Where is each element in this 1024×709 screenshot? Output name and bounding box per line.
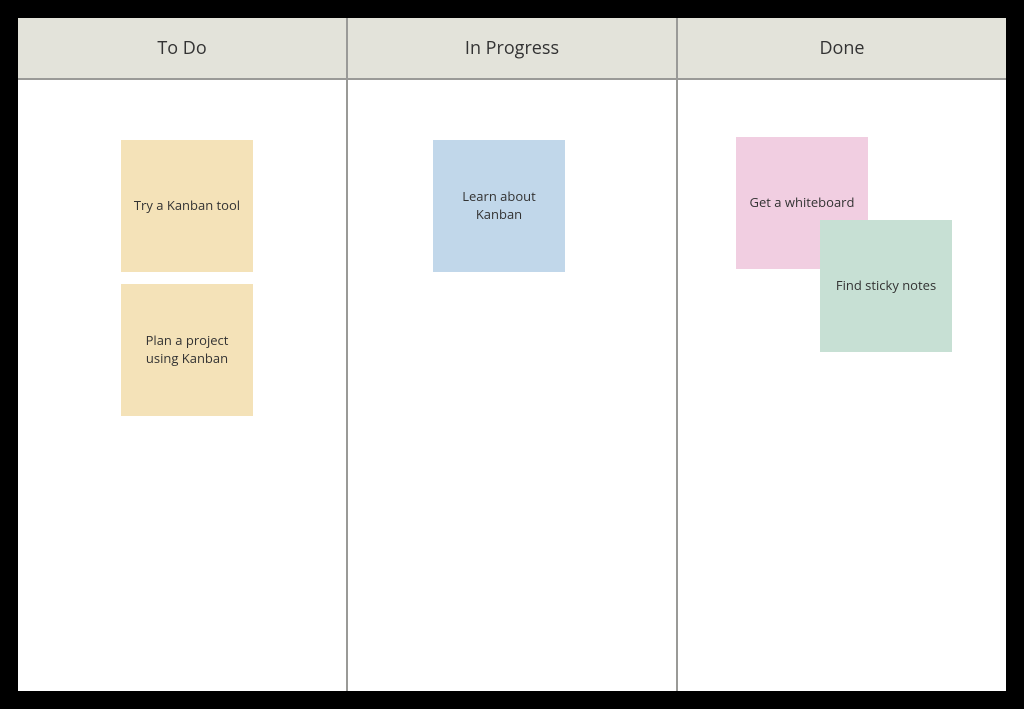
card-text: Get a whiteboard	[750, 194, 855, 212]
card-find-sticky-notes[interactable]: Find sticky notes	[820, 220, 952, 352]
column-title: In Progress	[465, 36, 559, 60]
column-header-in-progress: In Progress	[348, 18, 678, 78]
columns-body: Try a Kanban tool Plan a project using K…	[18, 80, 1006, 691]
column-title: Done	[819, 36, 864, 60]
column-done[interactable]: Get a whiteboard Find sticky notes	[678, 80, 1006, 691]
card-text: Try a Kanban tool	[134, 197, 240, 215]
card-learn-kanban[interactable]: Learn about Kanban	[433, 140, 565, 272]
kanban-board: To Do In Progress Done Try a Kanban tool…	[18, 18, 1006, 691]
card-text: Learn about Kanban	[443, 188, 555, 223]
column-todo[interactable]: Try a Kanban tool Plan a project using K…	[18, 80, 348, 691]
card-text: Find sticky notes	[836, 277, 936, 295]
column-in-progress[interactable]: Learn about Kanban	[348, 80, 678, 691]
card-text: Plan a project using Kanban	[131, 332, 243, 367]
card-plan-project[interactable]: Plan a project using Kanban	[121, 284, 253, 416]
column-header-done: Done	[678, 18, 1006, 78]
column-title: To Do	[157, 36, 206, 60]
column-headers: To Do In Progress Done	[18, 18, 1006, 80]
column-header-todo: To Do	[18, 18, 348, 78]
card-try-kanban-tool[interactable]: Try a Kanban tool	[121, 140, 253, 272]
